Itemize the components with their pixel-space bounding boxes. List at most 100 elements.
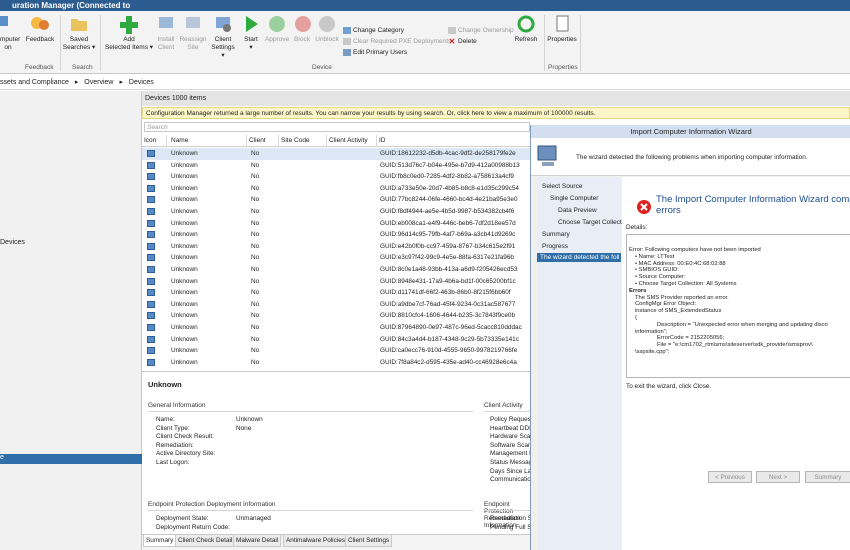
error-icon — [637, 200, 651, 214]
device-id: GUID:8c0e1a48-93bb-413a-a6d9-f205426ecd5… — [380, 266, 518, 273]
wizard-step: Data Preview — [558, 207, 597, 214]
start-button[interactable]: Start ▾ — [240, 14, 262, 52]
table-row[interactable]: Unknown No GUID:96d14c95-79fb-4af7-b69a-a3… — [142, 229, 530, 241]
table-row[interactable]: Unknown No GUID:e3c97f42-99c9-4e5e-88fa-63… — [142, 252, 530, 264]
wizard-step: Summary — [542, 231, 570, 238]
device-name: Unknown — [171, 196, 198, 204]
client-settings-button[interactable]: Client Settings ▾ — [209, 14, 237, 60]
device-client: No — [251, 358, 260, 366]
table-row[interactable]: Unknown No GUID:f8df4944-ae5e-4b5d-9987-b5… — [142, 206, 530, 218]
column-id[interactable]: ID — [379, 137, 386, 144]
results-info-bar[interactable]: Configuration Manager returned a large n… — [142, 107, 850, 119]
device-id: GUID:87964890-0e97-487c-96ed-5cacc810ddd… — [380, 324, 522, 331]
table-row[interactable]: Unknown No GUID:a9dbe7cf-76ad-45f4-9234-0c… — [142, 299, 530, 311]
table-row[interactable]: Unknown No GUID:fb8c0ed0-7285-4df2-8b82-a7… — [142, 171, 530, 183]
device-name: Unknown — [171, 208, 198, 215]
block-button[interactable]: Block — [292, 14, 312, 44]
device-icon — [147, 347, 155, 355]
properties-button[interactable]: Properties — [546, 14, 578, 44]
tab-client-settings[interactable]: Client Settings — [345, 535, 393, 547]
detail-line: • Choose Target Collection: All Systems — [635, 281, 737, 287]
install-client-icon — [159, 17, 173, 28]
previous-button[interactable]: < Previous — [708, 471, 752, 483]
column-name[interactable]: Name — [171, 137, 188, 144]
device-client: No — [251, 254, 260, 262]
change-ownership-button[interactable]: Change Ownership — [448, 26, 514, 35]
delete-icon: ✕ — [448, 36, 456, 46]
table-row[interactable]: Unknown No GUID:87964890-0e97-487c-96ed-5c… — [142, 322, 530, 334]
pxe-icon — [343, 37, 351, 45]
device-name: Unknown — [171, 219, 198, 227]
device-client: No — [251, 312, 260, 320]
tab-antimalware-policies[interactable]: Antimalware Policies — [283, 535, 348, 547]
table-row[interactable]: Unknown No GUID:8c0e1a48-93bb-413a-a6d9-f2… — [142, 264, 530, 276]
computer-button-partial[interactable]: mputer on — [0, 14, 20, 52]
table-row[interactable]: Unknown No GUID:513d76c7-b04e-495e-b7d9-41… — [142, 160, 530, 172]
column-client[interactable]: Client — [249, 137, 266, 144]
saved-searches-button[interactable]: Saved Searches ▾ — [62, 14, 96, 52]
search-input[interactable]: Search — [144, 122, 530, 132]
table-row[interactable]: Unknown No GUID:84c3a4d4-b187-4348-9c29-5b… — [142, 334, 530, 346]
device-id: GUID:d11741df-66f2-463b-86b0-8f215f6bb60… — [380, 289, 511, 297]
detail-line: • SMBIOS GUID: — [635, 267, 679, 274]
add-icon — [120, 16, 138, 34]
device-id: GUID:84c3a4d4-b187-4348-9c29-5b73335e141… — [380, 335, 519, 343]
next-button[interactable]: Next > — [756, 471, 800, 483]
table-row[interactable]: Unknown No GUID:18612232-d5db-4cac-9df2-de… — [142, 148, 530, 160]
change-category-button[interactable]: Change Category — [343, 26, 404, 35]
table-row[interactable]: Unknown No GUID:8948e431-17a9-4b6a-bd1f-00… — [142, 276, 530, 288]
approve-button[interactable]: Approve — [264, 14, 290, 44]
nav-item-devices[interactable]: Devices — [0, 239, 25, 246]
summary-button[interactable]: Summary — [805, 471, 850, 483]
device-id: GUID:18612232-d5db-4cac-9df2-de258179fe2… — [380, 150, 516, 157]
table-row[interactable]: Unknown No GUID:ca0ecc76-910d-4555-9650-99… — [142, 345, 530, 357]
column-client-activity[interactable]: Client Activity — [329, 137, 368, 144]
tab-client-check-detail[interactable]: Client Check Detail — [175, 535, 236, 547]
column-icon[interactable]: Icon — [144, 137, 156, 144]
folder-search-icon — [71, 19, 87, 31]
breadcrumb-overview[interactable]: Overview — [84, 79, 113, 86]
install-client-button[interactable]: Install Client — [154, 14, 178, 52]
ep-field-value: Unmanaged — [236, 515, 271, 522]
play-icon — [246, 16, 258, 32]
device-icon — [147, 300, 155, 308]
import-wizard-dialog: Import Computer Information Wizard The w… — [530, 125, 850, 550]
table-row[interactable]: Unknown No GUID:a733e50e-20d7-4b85-b8c8-e1… — [142, 183, 530, 195]
error-details-box[interactable]: Error: Following computers have not been… — [626, 234, 850, 378]
device-icon — [147, 231, 155, 239]
add-selected-items-button[interactable]: Add Selected Items ▾ — [104, 14, 154, 52]
devices-grid: Icon Name Client Site Code Client Activi… — [142, 135, 530, 370]
table-row[interactable]: Unknown No GUID:8810cfc4-1606-4644-b235-3c… — [142, 310, 530, 322]
device-client: No — [251, 231, 260, 239]
table-row[interactable]: Unknown No GUID:d11741df-66f2-463b-86b0-8f… — [142, 287, 530, 299]
breadcrumb-devices[interactable]: Devices — [129, 79, 154, 86]
breadcrumb-assets[interactable]: ssets and Compliance — [0, 79, 69, 86]
column-site-code[interactable]: Site Code — [281, 137, 310, 144]
refresh-button[interactable]: Refresh — [513, 14, 539, 44]
edit-primary-users-button[interactable]: Edit Primary Users — [343, 48, 407, 57]
detail-line: Description = "Unexpected error when mer… — [657, 321, 828, 328]
reassign-site-button[interactable]: Reassign Site — [179, 14, 207, 52]
details-title: Unknown — [148, 380, 182, 389]
detail-line: Error: Following computers have not been… — [629, 247, 761, 253]
wizard-title: Import Computer Information Wizard — [531, 125, 850, 138]
detail-line: • Source Computer: — [635, 274, 686, 281]
table-row[interactable]: Unknown No GUID:77bc8244-06fe-4660-bc4d-4e… — [142, 194, 530, 206]
tab-summary[interactable]: Summary — [143, 535, 177, 547]
unblock-button[interactable]: Unblock — [314, 14, 340, 44]
tab-malware-detail[interactable]: Malware Detail — [233, 535, 282, 547]
device-name: Unknown — [171, 173, 198, 181]
device-name: Unknown — [171, 254, 198, 262]
table-row[interactable]: Unknown No GUID:7f8a84c2-d595-435e-ad40-cc… — [142, 357, 530, 369]
device-icon — [147, 312, 155, 320]
nav-workspace-selected[interactable]: e — [0, 454, 142, 464]
clear-pxe-button[interactable]: Clear Required PXE Deployments — [343, 37, 451, 46]
device-client: No — [251, 335, 260, 343]
activity-field-label: Policy Request — [490, 416, 533, 423]
delete-button[interactable]: ✕ Delete — [448, 37, 477, 46]
table-row[interactable]: Unknown No GUID:eb008ca1-e4f9-446c-beb6-7d… — [142, 218, 530, 230]
feedback-button[interactable]: Feedback — [24, 14, 56, 44]
device-name: Unknown — [171, 161, 198, 169]
table-row[interactable]: Unknown No GUID:e42b0f0b-cc97-459a-8767-b3… — [142, 241, 530, 253]
properties-icon — [556, 15, 569, 32]
